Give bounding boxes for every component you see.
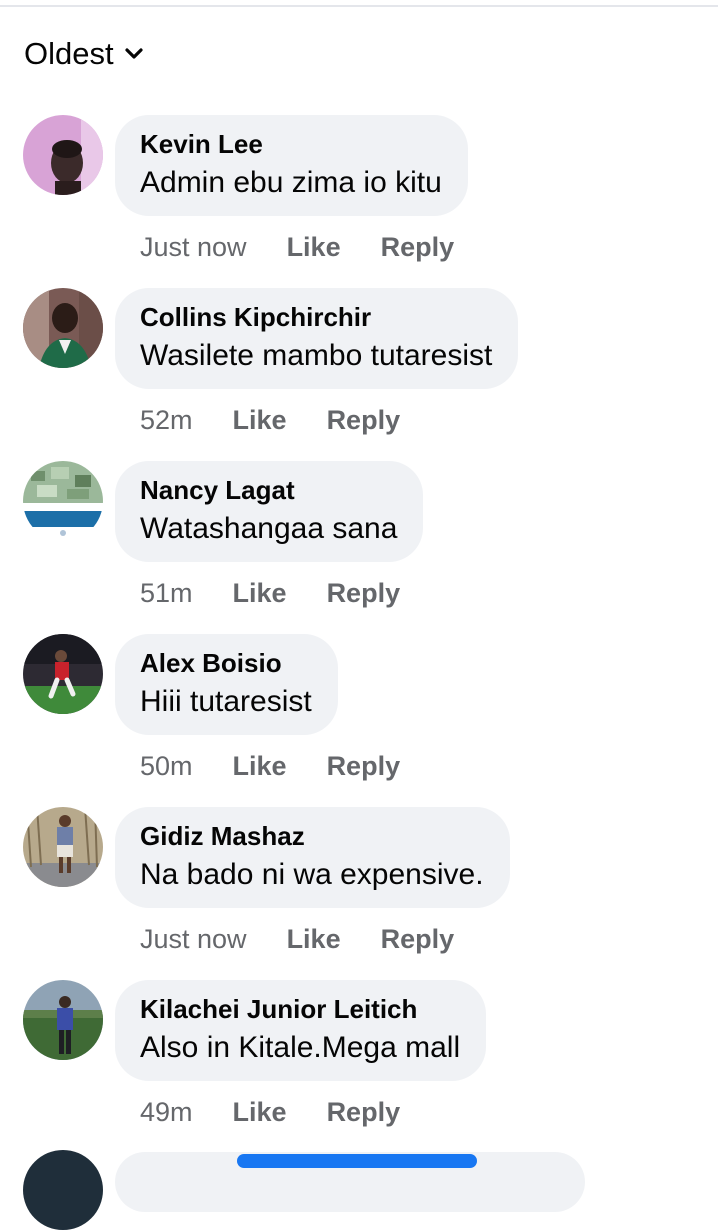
- comment-bubble: Nancy Lagat Watashangaa sana: [115, 461, 424, 562]
- comment-item: Nancy Lagat Watashangaa sana 51m Like Re…: [0, 461, 718, 634]
- comment-bubble: Kilachei Junior Leitich Also in Kitale.M…: [115, 980, 487, 1081]
- like-button[interactable]: Like: [233, 751, 287, 782]
- comment-timestamp[interactable]: 50m: [140, 751, 193, 782]
- comment-item: Kevin Lee Admin ebu zima io kitu Just no…: [0, 115, 718, 288]
- comment-item: Alex Boisio Hiii tutaresist 50m Like Rep…: [0, 634, 718, 807]
- sort-dropdown[interactable]: Oldest: [24, 34, 144, 74]
- comment-author[interactable]: Nancy Lagat: [140, 474, 397, 506]
- comment-timestamp[interactable]: 51m: [140, 578, 193, 609]
- comment-actions: 50m Like Reply: [140, 746, 400, 786]
- comment-actions: 49m Like Reply: [140, 1092, 400, 1132]
- comment-author[interactable]: Kevin Lee: [140, 128, 442, 160]
- comment-timestamp[interactable]: 52m: [140, 405, 193, 436]
- comment-actions: Just now Like Reply: [140, 919, 454, 959]
- like-button[interactable]: Like: [287, 924, 341, 955]
- like-button[interactable]: Like: [233, 578, 287, 609]
- like-button[interactable]: Like: [287, 232, 341, 263]
- comment-actions: Just now Like Reply: [140, 227, 454, 267]
- comment-author[interactable]: Gidiz Mashaz: [140, 820, 484, 852]
- like-button[interactable]: Like: [233, 1097, 287, 1128]
- avatar[interactable]: [23, 980, 103, 1060]
- avatar[interactable]: [23, 288, 103, 368]
- reply-button[interactable]: Reply: [327, 578, 401, 609]
- chevron-down-icon: [124, 47, 144, 61]
- avatar[interactable]: [23, 634, 103, 714]
- comment-text: Admin ebu zima io kitu: [140, 166, 442, 199]
- reply-button[interactable]: Reply: [327, 1097, 401, 1128]
- comment-actions: 51m Like Reply: [140, 573, 400, 613]
- avatar[interactable]: [23, 461, 103, 541]
- avatar[interactable]: [23, 115, 103, 195]
- comment-timestamp[interactable]: Just now: [140, 232, 247, 263]
- comment-bubble: Kevin Lee Admin ebu zima io kitu: [115, 115, 468, 216]
- reply-button[interactable]: Reply: [327, 751, 401, 782]
- link-preview[interactable]: [237, 1154, 477, 1168]
- sort-label: Oldest: [24, 36, 114, 71]
- reply-button[interactable]: Reply: [381, 924, 455, 955]
- reply-button[interactable]: Reply: [327, 405, 401, 436]
- avatar[interactable]: [23, 807, 103, 887]
- comment-text: Hiii tutaresist: [140, 685, 312, 718]
- comment-text: Also in Kitale.Mega mall: [140, 1031, 461, 1064]
- comment-bubble: Gidiz Mashaz Na bado ni wa expensive.: [115, 807, 510, 908]
- comment-author[interactable]: Collins Kipchirchir: [140, 301, 492, 333]
- comment-author[interactable]: Alex Boisio: [140, 647, 312, 679]
- comment-bubble: Alex Boisio Hiii tutaresist: [115, 634, 338, 735]
- comment-bubble: Collins Kipchirchir Wasilete mambo tutar…: [115, 288, 519, 389]
- comment-actions: 52m Like Reply: [140, 400, 400, 440]
- comment-item: Gidiz Mashaz Na bado ni wa expensive. Ju…: [0, 807, 718, 980]
- reply-button[interactable]: Reply: [381, 232, 455, 263]
- comment-author[interactable]: Kilachei Junior Leitich: [140, 993, 460, 1025]
- comment-item: Kilachei Junior Leitich Also in Kitale.M…: [0, 980, 718, 1153]
- avatar[interactable]: [23, 1150, 103, 1230]
- comment-text: Wasilete mambo tutaresist: [140, 339, 493, 372]
- comment-item: Collins Kipchirchir Wasilete mambo tutar…: [0, 288, 718, 461]
- comment-text: Watashangaa sana: [140, 512, 398, 545]
- comment-timestamp[interactable]: 49m: [140, 1097, 193, 1128]
- comment-timestamp[interactable]: Just now: [140, 924, 247, 955]
- like-button[interactable]: Like: [233, 405, 287, 436]
- comment-text: Na bado ni wa expensive.: [140, 858, 484, 891]
- top-divider: [0, 5, 718, 7]
- comment-bubble: [115, 1152, 585, 1212]
